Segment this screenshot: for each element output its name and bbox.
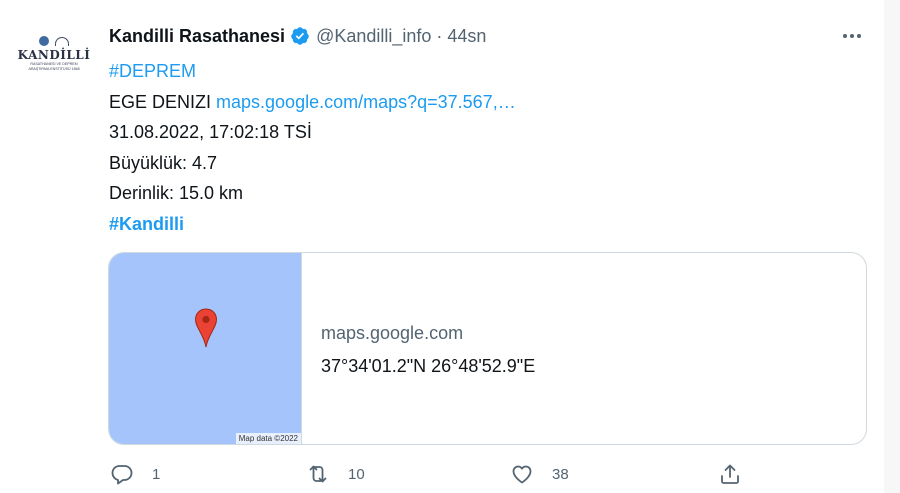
logo-emblem-icon — [39, 36, 69, 46]
tweet-header: Kandilli Rasathanesi @Kandilli_info · 44… — [109, 24, 486, 48]
card-title: 37°34'01.2"N 26°48'52.9"E — [321, 356, 536, 376]
maps-link[interactable]: maps.google.com/maps?q=37.567,… — [216, 92, 516, 112]
more-options-button[interactable] — [832, 20, 872, 52]
scrollbar[interactable] — [884, 0, 900, 493]
hashtag-deprem-link[interactable]: #DEPREM — [109, 61, 196, 81]
card-info: maps.google.com 37°34'01.2"N 26°48'52.9"… — [321, 321, 535, 378]
link-preview-card[interactable]: Map data ©2022 maps.google.com 37°34'01.… — [108, 252, 867, 445]
magnitude-text: Büyüklük: 4.7 — [109, 152, 218, 173]
heart-icon — [512, 465, 532, 484]
location-text: EGE DENIZI — [109, 91, 217, 112]
avatar-logo-name: KANDİLLİ — [17, 48, 91, 62]
share-icon — [721, 464, 739, 484]
avatar-logo-subtitle: RASATHANESİ VE DEPREM ARAŞTIRMA ENSTİTÜS… — [28, 62, 80, 71]
more-horizontal-icon — [843, 34, 847, 38]
tweet-timestamp[interactable]: 44sn — [447, 26, 486, 47]
map-thumbnail: Map data ©2022 — [109, 253, 302, 444]
author-display-name[interactable]: Kandilli Rasathanesi — [109, 26, 285, 47]
like-button[interactable]: 38 — [510, 462, 569, 486]
card-domain: maps.google.com — [321, 323, 464, 343]
map-credit: Map data ©2022 — [235, 433, 301, 444]
tweet-text: #DEPREM EGE DENIZI maps.google.com/maps?… — [109, 56, 516, 239]
header-separator: · — [436, 25, 443, 46]
retweet-button[interactable]: 10 — [306, 462, 365, 486]
reply-button[interactable]: 1 — [110, 462, 160, 486]
retweet-count: 10 — [348, 465, 365, 483]
reply-count: 1 — [152, 465, 161, 483]
share-button[interactable] — [718, 462, 742, 486]
reply-icon — [111, 465, 133, 485]
avatar[interactable]: KANDİLLİ RASATHANESİ VE DEPREM ARAŞTIRMA… — [14, 14, 94, 94]
tweet-actions: 1 10 38 — [108, 462, 748, 492]
verified-badge-icon — [291, 27, 309, 45]
like-count: 38 — [552, 465, 569, 483]
datetime-text: 31.08.2022, 17:02:18 TSİ — [109, 122, 312, 142]
hashtag-kandilli-link[interactable]: #Kandilli — [109, 214, 184, 234]
author-handle[interactable]: @Kandilli_info — [316, 26, 431, 47]
depth-text: Derinlik: 15.0 km — [109, 183, 244, 203]
retweet-icon — [309, 465, 327, 483]
map-pin-icon — [194, 308, 218, 348]
